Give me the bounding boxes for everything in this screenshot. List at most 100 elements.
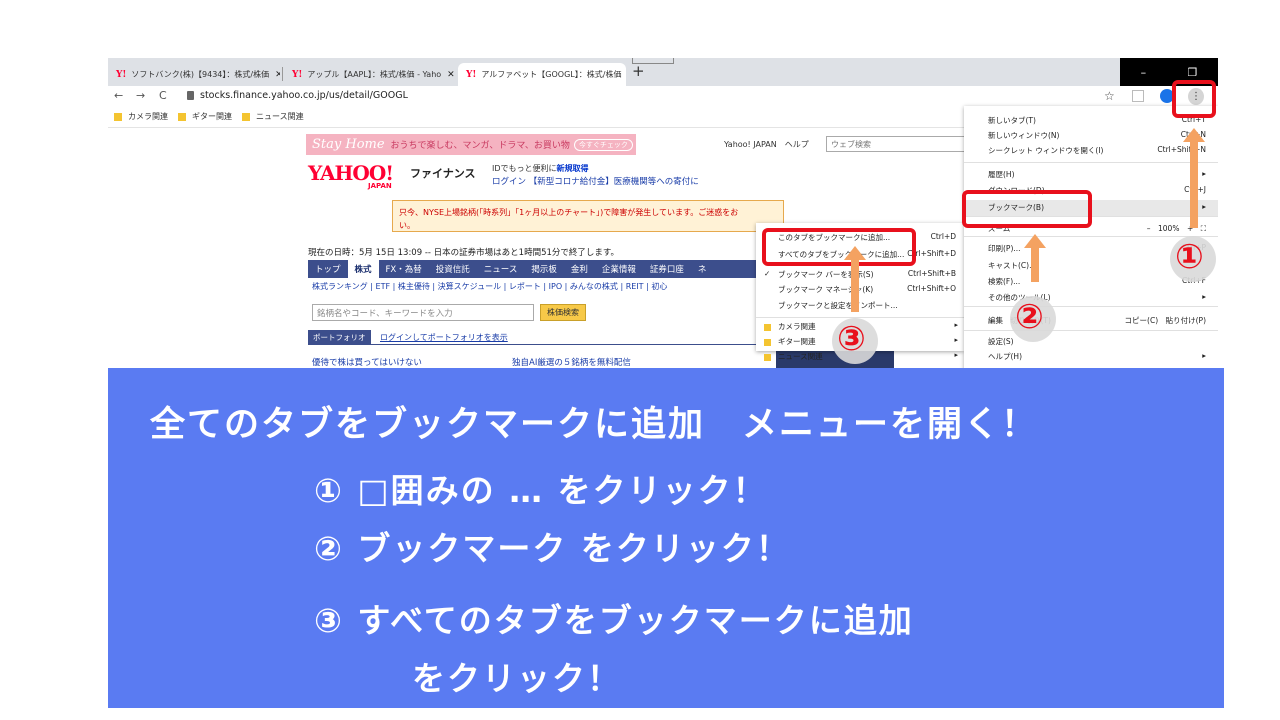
- instruction-panel: 全てのタブをブックマークに追加 メニューを開く！ ① □囲みの … をクリック！…: [108, 368, 1224, 708]
- main-menu-item[interactable]: ヘルプ(H): [988, 351, 1022, 362]
- finance-nav-tab[interactable]: 企業情報: [595, 260, 643, 278]
- notice-text: 只今、NYSE上場銘柄(「時系列」「1ヶ月以上のチャート」)で障害が発生していま…: [399, 208, 739, 217]
- close-tab-icon[interactable]: ✕: [275, 70, 280, 80]
- bookmark-folder-item[interactable]: カメラ関連: [778, 321, 816, 332]
- arrow-2-icon: [1024, 234, 1046, 282]
- instruction-step-2: ② ブックマーク をクリック！: [314, 529, 791, 568]
- article-link[interactable]: 独自AI厳選の５銘柄を無料配信: [512, 356, 631, 368]
- step-2-number: ②: [1015, 297, 1044, 337]
- main-menu-item[interactable]: 検索(F)...: [988, 276, 1020, 287]
- bookmark-label: ギター関連: [192, 112, 232, 121]
- bookmark-menu-shortcut: Ctrl+D: [930, 232, 956, 241]
- tab-alphabet[interactable]: Y! アルファベット【GOOGL】：株式/株価 ✕: [458, 63, 626, 86]
- new-tab-button[interactable]: +: [632, 62, 645, 80]
- bookmark-folder-camera[interactable]: カメラ関連: [114, 111, 168, 122]
- highlight-menu-button: [1172, 80, 1216, 118]
- yahoo-logo-sub: JAPAN: [368, 182, 392, 190]
- instruction-step-3-cont: をクリック！: [412, 659, 622, 698]
- url-field[interactable]: stocks.finance.yahoo.co.jp/us/detail/GOO…: [200, 90, 408, 101]
- tab-divider: [282, 67, 283, 81]
- finance-nav-tab[interactable]: 金利: [564, 260, 595, 278]
- yahoo-favicon-icon: Y!: [292, 69, 303, 80]
- main-menu-item[interactable]: 設定(S): [988, 336, 1014, 347]
- register-link[interactable]: 新規取得: [557, 164, 589, 173]
- banner-text: おうちで楽しむ、マンガ、ドラマ、お買い物: [390, 141, 570, 151]
- folder-icon: [114, 112, 122, 121]
- back-icon[interactable]: ←: [114, 89, 123, 102]
- finance-nav-tab[interactable]: 株式: [347, 260, 379, 278]
- bookmark-folder-item[interactable]: ニュース関連: [778, 351, 823, 362]
- stayhome-banner[interactable]: Stay Home おうちで楽しむ、マンガ、ドラマ、お買い物 今すぐチェック: [306, 134, 636, 155]
- extension-icon[interactable]: [1132, 90, 1144, 102]
- bookmark-label: カメラ関連: [128, 112, 168, 121]
- finance-nav-tab[interactable]: 掲示板: [524, 260, 564, 278]
- promo-text: IDでもっと便利に: [492, 164, 557, 173]
- main-menu-item[interactable]: 新しいタブ(T): [988, 115, 1036, 126]
- folder-icon: [242, 112, 250, 121]
- tab-label: アップル【AAPL】：株式/株価 - Yaho: [307, 70, 442, 79]
- forward-icon[interactable]: →: [136, 89, 145, 102]
- portfolio-login-link[interactable]: ログインしてポートフォリオを表示: [380, 332, 508, 343]
- folder-icon: [764, 354, 771, 361]
- bookmark-menu-item[interactable]: ブックマークと設定をインポート...: [778, 300, 898, 311]
- folder-icon: [178, 112, 186, 121]
- stock-search-input[interactable]: 銘柄名やコード、キーワードを入力: [312, 304, 534, 321]
- highlight-add-all-tabs-item: [762, 228, 916, 266]
- highlight-bookmark-item: [962, 190, 1092, 228]
- outage-notice: 只今、NYSE上場銘柄(「時系列」「1ヶ月以上のチャート」)で障害が発生していま…: [392, 200, 784, 232]
- id-promo: IDでもっと便利に新規取得: [492, 163, 589, 174]
- tab-label: ソフトバンク(株)【9434】：株式/株価: [131, 70, 270, 79]
- yahoo-favicon-icon: Y!: [466, 69, 477, 80]
- bookmark-menu-shortcut: Ctrl+Shift+O: [907, 284, 956, 293]
- bookmark-folder-item[interactable]: ギター関連: [778, 336, 816, 347]
- main-menu-shortcut: ▸: [1202, 292, 1206, 301]
- portfolio-label: ポートフォリオ: [308, 330, 371, 345]
- header-links[interactable]: Yahoo! JAPAN ヘルプ: [724, 139, 809, 150]
- finance-nav-tab[interactable]: 投資信託: [429, 260, 477, 278]
- banner-script: Stay Home: [312, 137, 385, 152]
- main-menu-item[interactable]: 新しいウィンドウ(N): [988, 130, 1059, 141]
- stock-sub-nav[interactable]: 株式ランキング | ETF | 株主優待 | 決算スケジュール | レポート |…: [312, 281, 667, 292]
- instruction-step-3: ③ すべてのタブをブックマークに追加: [314, 601, 914, 640]
- stock-search-button[interactable]: 株価検索: [540, 304, 586, 321]
- minimize-icon[interactable]: –: [1141, 66, 1147, 79]
- star-icon[interactable]: ☆: [1104, 89, 1115, 103]
- submenu-arrow-icon: ▸: [954, 351, 958, 359]
- menu-separator: [964, 162, 1218, 163]
- tab-softbank[interactable]: Y! ソフトバンク(株)【9434】：株式/株価 ✕: [108, 63, 280, 86]
- arrow-3-icon: [844, 246, 866, 312]
- login-promo[interactable]: ログイン 【新型コロナ給付金】医療機関等への寄付に: [492, 175, 699, 187]
- finance-nav-tab[interactable]: FX・為替: [379, 260, 429, 278]
- reload-icon[interactable]: C: [159, 89, 167, 102]
- main-menu-item[interactable]: 印刷(P)...: [988, 243, 1021, 254]
- main-menu-shortcut: コピー(C) 貼り付け(P): [1124, 316, 1206, 325]
- finance-nav-tab[interactable]: トップ: [308, 260, 348, 278]
- main-menu-item[interactable]: シークレット ウィンドウを開く(I): [988, 145, 1103, 156]
- finance-nav-tabs: トップ 株式 FX・為替 投資信託 ニュース 掲示板 金利 企業情報 証券口座ネ: [308, 260, 768, 278]
- step-3-number: ③: [837, 319, 866, 359]
- lock-icon: [187, 91, 194, 100]
- folder-icon: [764, 324, 771, 331]
- main-menu-item[interactable]: 履歴(H): [988, 169, 1015, 180]
- bookmark-menu-shortcut: Ctrl+Shift+B: [907, 269, 956, 278]
- finance-nav-tab[interactable]: 証券口座: [643, 260, 691, 278]
- menu-separator: [964, 306, 1218, 307]
- tab-strip: Y! ソフトバンク(株)【9434】：株式/株価 ✕ Y! アップル【AAPL】…: [108, 58, 1218, 86]
- bookmark-folder-news[interactable]: ニュース関連: [242, 111, 304, 122]
- bookmark-folder-guitar[interactable]: ギター関連: [178, 111, 232, 122]
- address-bar: ← → C stocks.finance.yahoo.co.jp/us/deta…: [108, 86, 1218, 108]
- finance-nav-tab[interactable]: ニュース: [477, 260, 525, 278]
- close-tab-icon[interactable]: ✕: [447, 70, 455, 80]
- web-search-input[interactable]: ウェブ検索: [826, 136, 974, 152]
- tab-apple[interactable]: Y! アップル【AAPL】：株式/株価 - Yaho ✕: [284, 63, 456, 86]
- article-link[interactable]: 優待で株は買ってはいけない: [312, 356, 422, 368]
- tab-label: アルファベット【GOOGL】：株式/株価: [481, 70, 622, 79]
- checkmark-icon: ✓: [764, 269, 771, 278]
- main-menu-shortcut: ▸: [1202, 351, 1206, 360]
- restore-icon[interactable]: ❐: [1187, 66, 1197, 79]
- banner-pill[interactable]: 今すぐチェック: [573, 138, 633, 151]
- finance-nav-tab[interactable]: ネ: [691, 260, 714, 278]
- yahoo-favicon-icon: Y!: [116, 69, 127, 80]
- step-1-number: ①: [1175, 237, 1204, 277]
- market-datetime: 現在の日時：5月 15日 13:09 -- 日本の証券市場はあと1時間51分で終…: [308, 248, 620, 258]
